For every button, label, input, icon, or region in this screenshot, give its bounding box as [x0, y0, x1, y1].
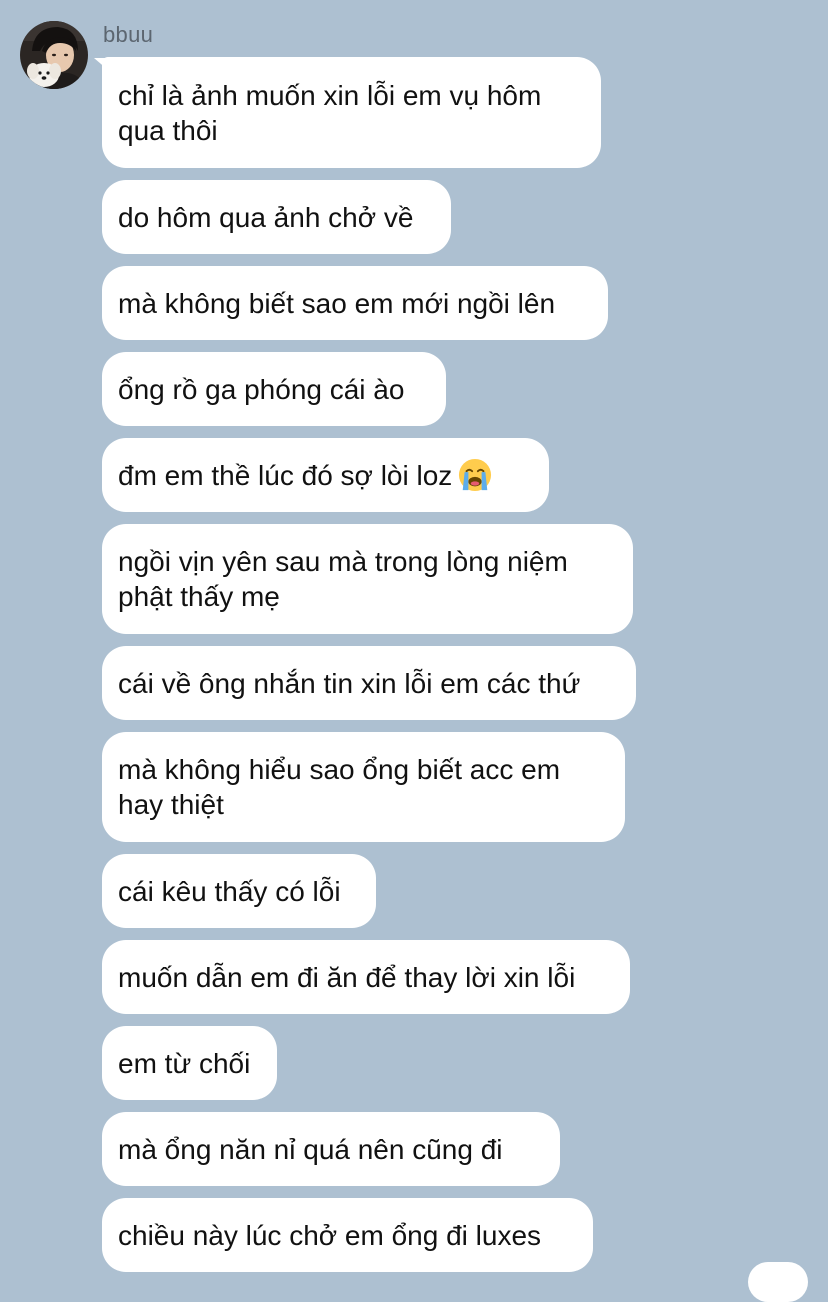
message-text: mà không hiểu sao ổng biết acc em hay th… — [118, 754, 561, 820]
loudly-crying-face-icon — [459, 458, 492, 492]
message-bubble[interactable]: mà không biết sao em mới ngồi lên — [102, 266, 608, 340]
sender-avatar[interactable] — [20, 21, 88, 89]
partial-message-bubble[interactable] — [748, 1262, 808, 1302]
message-bubble[interactable]: em từ chối — [102, 1026, 277, 1100]
message-text: mà ổng năn nỉ quá nên cũng đi — [118, 1133, 503, 1165]
message-text: ngồi vịn yên sau mà trong lòng niệm phật… — [118, 546, 568, 612]
message-bubble[interactable]: mà ổng năn nỉ quá nên cũng đi — [102, 1112, 560, 1186]
message-bubble[interactable]: muốn dẫn em đi ăn để thay lời xin lỗi — [102, 940, 630, 1014]
message-text: chiều này lúc chở em ổng đi luxes — [118, 1219, 542, 1251]
message-text: cái kêu thấy có lỗi — [118, 875, 341, 907]
message-bubble[interactable]: ổng rồ ga phóng cái ào — [102, 352, 446, 426]
message-bubble[interactable]: cái kêu thấy có lỗi — [102, 854, 376, 928]
chat-thread: bbuu chỉ là ảnh muốn xin lỗi em vụ hôm q… — [0, 0, 828, 1302]
message-text: chỉ là ảnh muốn xin lỗi em vụ hôm qua th… — [118, 79, 542, 146]
message-text: em từ chối — [118, 1047, 251, 1079]
message-text: muốn dẫn em đi ăn để thay lời xin lỗi — [118, 961, 576, 993]
message-bubble[interactable]: do hôm qua ảnh chở về — [102, 180, 451, 254]
message-text: ổng rồ ga phóng cái ào — [118, 373, 405, 405]
message-text: do hôm qua ảnh chở về — [118, 201, 414, 233]
avatar-photo-icon — [20, 21, 88, 89]
message-bubble[interactable]: mà không hiểu sao ổng biết acc em hay th… — [102, 732, 625, 842]
message-bubble[interactable]: đm em thề lúc đó sợ lòi loz — [102, 438, 549, 512]
message-bubble[interactable]: chỉ là ảnh muốn xin lỗi em vụ hôm qua th… — [102, 57, 601, 168]
message-bubble[interactable]: cái về ông nhắn tin xin lỗi em các thứ — [102, 646, 636, 720]
message-text: cái về ông nhắn tin xin lỗi em các thứ — [118, 667, 581, 699]
sender-name[interactable]: bbuu — [103, 22, 153, 48]
message-text: đm em thề lúc đó sợ lòi loz — [118, 459, 453, 491]
message-text: mà không biết sao em mới ngồi lên — [118, 287, 556, 319]
message-bubble[interactable]: chiều này lúc chở em ổng đi luxes — [102, 1198, 593, 1272]
message-bubble[interactable]: ngồi vịn yên sau mà trong lòng niệm phật… — [102, 524, 633, 634]
